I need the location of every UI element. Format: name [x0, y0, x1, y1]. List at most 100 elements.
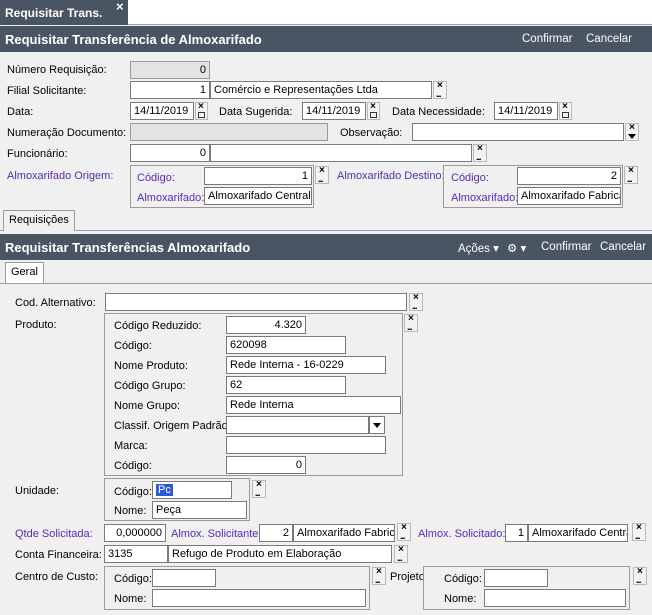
funcionario-code-input[interactable]: 0: [130, 144, 210, 162]
centro-custo-codigo-input[interactable]: [152, 569, 216, 587]
data-input[interactable]: 14/11/2019: [130, 102, 194, 120]
search-ellipsis-icon: ...: [318, 174, 323, 184]
centro-custo-codigo-label: Código:: [114, 573, 152, 585]
almox-origem-name-field: Almoxarifado Central: [204, 187, 312, 205]
filial-code-input[interactable]: 1: [130, 81, 210, 99]
funcionario-name-field: [210, 144, 472, 162]
unidade-codigo-value: Pc: [156, 484, 173, 496]
almox-origem-codigo-input[interactable]: 1: [204, 167, 312, 185]
almox-destino-almox-label: Almoxarifado:: [451, 192, 519, 204]
codigo-reduzido-input[interactable]: 4.320: [226, 316, 306, 334]
almox-solicitado-lookup-button[interactable]: ×...: [632, 523, 646, 541]
produto-label: Produto:: [15, 319, 57, 331]
search-ellipsis-icon: ...: [627, 174, 632, 184]
search-ellipsis-icon: ...: [635, 531, 640, 541]
observacao-dropdown-button[interactable]: ×: [625, 123, 639, 141]
unidade-codigo-label: Código:: [114, 486, 152, 498]
data-sugerida-input[interactable]: 14/11/2019: [302, 102, 366, 120]
items-cancel-button[interactable]: Cancelar: [600, 241, 646, 253]
clear-icon: ×: [629, 122, 635, 133]
almox-origem-codigo-label: Código:: [137, 172, 175, 184]
gear-icon[interactable]: ⚙ ▾: [507, 241, 526, 255]
almox-solicitante-name-field: Almoxarifado Fabrica: [293, 524, 395, 542]
search-ellipsis-icon: ...: [375, 575, 380, 585]
items-header: Requisitar Transferências Almoxarifado A…: [0, 234, 652, 260]
form-header: Requisitar Transferência de Almoxarifado…: [0, 26, 652, 52]
page-title: Requisitar Transferência de Almoxarifado: [5, 32, 262, 47]
tab-close-icon[interactable]: ×: [116, 0, 124, 14]
cancel-button[interactable]: Cancelar: [586, 33, 632, 45]
data-label: Data:: [7, 106, 34, 118]
numeracao-documento-label: Numeração Documento:: [7, 127, 127, 139]
tab-label: Requisitar Trans.: [5, 6, 103, 20]
items-confirm-button[interactable]: Confirmar: [541, 241, 591, 253]
cod-alternativo-lookup-button[interactable]: ×...: [409, 293, 423, 311]
data-sugerida-calendar-button[interactable]: ×: [367, 102, 380, 120]
search-ellipsis-icon: ...: [255, 488, 260, 498]
search-ellipsis-icon: ...: [636, 575, 641, 585]
filial-label: Filial Solicitante:: [7, 85, 87, 97]
conta-financeira-lookup-button[interactable]: ×...: [394, 545, 408, 563]
projeto-codigo-input[interactable]: [484, 569, 548, 587]
unidade-lookup-button[interactable]: ×...: [252, 480, 266, 498]
tab-requisitar-trans[interactable]: Requisitar Trans.: [0, 0, 128, 25]
projeto-nome-field: [484, 589, 626, 607]
classif-origem-select[interactable]: [226, 416, 369, 434]
almox-destino-lookup-button[interactable]: ×...: [624, 166, 638, 184]
numero-requisicao-label: Número Requisição:: [7, 64, 107, 76]
conta-financeira-label: Conta Financeira:: [15, 549, 102, 561]
centro-custo-label: Centro de Custo:: [15, 571, 99, 583]
conta-financeira-code-input[interactable]: 3135: [104, 545, 168, 563]
almox-solicitado-name-field: Almoxarifado Central: [528, 524, 628, 542]
produto-codigo2-label: Código:: [114, 460, 152, 472]
gear-glyph: ⚙: [507, 243, 518, 255]
tab-geral[interactable]: Geral: [5, 262, 44, 283]
clear-icon: ×: [198, 101, 204, 112]
centro-custo-lookup-button[interactable]: ×...: [372, 567, 386, 585]
almox-solicitado-code-input[interactable]: 1: [505, 524, 528, 542]
unidade-codigo-input[interactable]: Pc: [152, 481, 232, 499]
unidade-nome-label: Nome:: [114, 505, 147, 517]
almox-origem-lookup-button[interactable]: ×...: [315, 166, 329, 184]
almox-solicitado-label: Almox. Solicitado:: [418, 528, 506, 540]
data-necessidade-input[interactable]: 14/11/2019: [494, 102, 558, 120]
produto-codigo2-field: 0: [226, 456, 306, 474]
classif-dropdown-button[interactable]: [369, 416, 385, 434]
projeto-lookup-button[interactable]: ×...: [633, 567, 647, 585]
confirm-button[interactable]: Confirmar: [522, 33, 572, 45]
chevron-down-icon: [628, 134, 636, 139]
codigo-reduzido-label: Código Reduzido:: [114, 320, 202, 332]
calendar-icon: [562, 112, 569, 118]
clear-icon: ×: [370, 101, 376, 112]
unidade-nome-field: Peça: [152, 501, 247, 519]
almox-destino-name-field: Almoxarifado Fabrica: [517, 187, 621, 205]
almox-solicitante-lookup-button[interactable]: ×...: [397, 523, 411, 541]
geral-separator: [0, 283, 652, 284]
marca-label: Marca:: [114, 440, 148, 452]
tab-requisicoes[interactable]: Requisições: [3, 210, 75, 231]
almox-destino-label: Almoxarifado Destino:: [337, 170, 445, 182]
calendar-icon: [198, 112, 205, 118]
observacao-input[interactable]: [412, 123, 624, 141]
projeto-codigo-label: Código:: [444, 573, 482, 585]
almox-solicitante-label: Almox. Solicitante:: [171, 528, 262, 540]
search-ellipsis-icon: ...: [412, 301, 417, 311]
almox-destino-codigo-input[interactable]: 2: [517, 167, 621, 185]
marca-field: [226, 436, 386, 454]
data-necessidade-calendar-button[interactable]: ×: [559, 102, 572, 120]
almox-origem-label: Almoxarifado Origem:: [7, 170, 114, 182]
funcionario-lookup-button[interactable]: ×...: [473, 144, 487, 162]
cod-alternativo-label: Cod. Alternativo:: [15, 297, 96, 309]
data-calendar-button[interactable]: ×: [195, 102, 208, 120]
tab-requisicoes-label: Requisições: [9, 214, 69, 226]
acoes-menu[interactable]: Ações ▾: [458, 241, 499, 255]
cod-alternativo-input[interactable]: [105, 293, 407, 311]
funcionario-label: Funcionário:: [7, 148, 68, 160]
section-separator: [0, 230, 652, 231]
produto-lookup-button[interactable]: ×...: [404, 314, 418, 332]
filial-lookup-button[interactable]: ×...: [433, 81, 447, 99]
search-ellipsis-icon: ...: [400, 531, 405, 541]
qtde-solicitada-input[interactable]: 0,000000: [104, 524, 166, 542]
acoes-label: Ações: [458, 243, 490, 255]
almox-solicitante-code-input[interactable]: 2: [259, 524, 293, 542]
